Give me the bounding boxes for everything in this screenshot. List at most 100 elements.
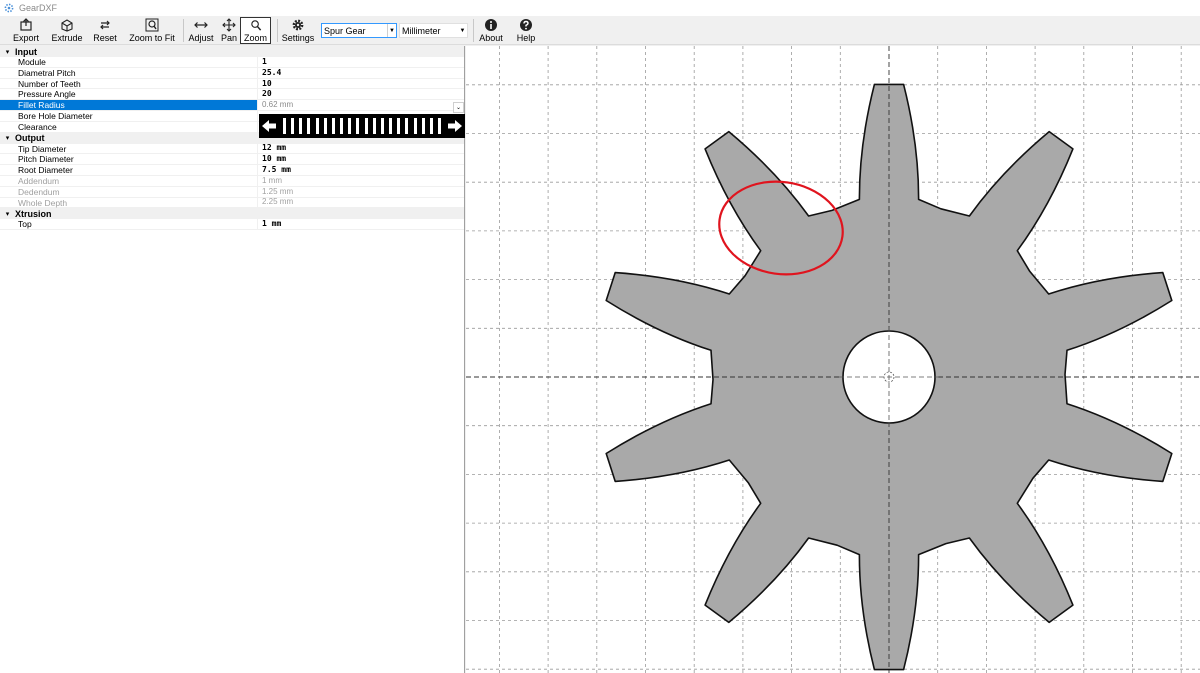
property-name: Whole Depth — [0, 197, 258, 207]
chevron-down-icon[interactable]: ▼ — [387, 24, 396, 37]
arrow-right-icon[interactable] — [445, 114, 465, 138]
property-row-diametral-pitch[interactable]: Diametral Pitch 25.4 — [0, 68, 464, 79]
chevron-down-icon[interactable]: ⌄ — [453, 102, 464, 113]
collapse-icon[interactable]: ▾ — [0, 48, 15, 56]
extrude-button[interactable]: Extrude — [50, 17, 84, 44]
reset-icon — [100, 20, 110, 30]
property-value[interactable]: 20 — [258, 89, 272, 99]
settings-button[interactable]: Settings — [281, 17, 315, 44]
pan-label: Pan — [220, 33, 237, 43]
slider-tick — [388, 117, 394, 135]
slider-tick — [306, 117, 312, 135]
extrude-icon — [61, 19, 73, 32]
toolbar-separator — [277, 19, 278, 42]
slider-tick — [355, 117, 361, 135]
property-row-number-of-teeth[interactable]: Number of Teeth 10 — [0, 79, 464, 90]
property-value[interactable]: 1 mm — [258, 219, 281, 229]
property-value: 10 mm — [262, 154, 287, 164]
zoom-label: Zoom — [243, 33, 267, 43]
property-value: 1 mm — [262, 175, 282, 185]
gear-icon — [292, 19, 304, 31]
slider-tick — [298, 117, 304, 135]
property-name: Tip Diameter — [0, 143, 258, 153]
arrow-left-icon[interactable] — [259, 114, 279, 138]
about-button[interactable]: About — [477, 17, 505, 44]
property-row-pressure-angle[interactable]: Pressure Angle 20 — [0, 89, 464, 101]
property-row-module[interactable]: Module 1 — [0, 57, 464, 68]
slider-tick — [436, 117, 442, 135]
slider-tick — [428, 117, 434, 135]
property-row-top[interactable]: Top 1 mm — [0, 219, 464, 231]
units-select[interactable]: Millimeter ▼ — [399, 23, 468, 38]
adjust-label: Adjust — [188, 33, 214, 43]
slider-tick — [363, 117, 369, 135]
property-row-whole-depth: Whole Depth 2.25 mm — [0, 197, 464, 209]
slider-tick — [339, 117, 345, 135]
property-grid: ▾ Input Module 1 Diametral Pitch 25.4 Nu… — [0, 46, 465, 673]
title-bar: GearDXF — [0, 0, 1200, 16]
info-icon — [485, 19, 497, 31]
property-value: 1.25 mm — [262, 186, 294, 196]
property-value[interactable]: 1 — [258, 57, 267, 67]
property-row-fillet-radius[interactable]: Fillet Radius 0.62 mm — [0, 100, 464, 111]
category-xtrusion[interactable]: ▾ Xtrusion — [0, 208, 464, 220]
slider-tick — [396, 117, 402, 135]
fillet-radius-input[interactable]: 0.62 mm — [258, 100, 293, 110]
property-value[interactable]: 25.4 — [258, 68, 281, 78]
adjust-button[interactable]: Adjust — [187, 17, 215, 44]
category-label: Output — [15, 133, 45, 144]
export-button[interactable]: Export — [10, 17, 42, 44]
property-row-pitch-diameter[interactable]: Pitch Diameter 10 mm — [0, 154, 464, 166]
help-button[interactable]: Help — [513, 17, 539, 44]
question-icon — [520, 19, 532, 31]
gear-drawing[interactable] — [466, 46, 1200, 673]
toolbar: Export Extrude Reset Zoom to Fit Adjust … — [0, 16, 1200, 45]
export-icon — [20, 18, 32, 31]
slider-tick — [322, 117, 328, 135]
slider-tick — [290, 117, 296, 135]
property-name: Root Diameter — [0, 165, 258, 175]
property-value: 2.25 mm — [262, 197, 294, 207]
units-value: Millimeter — [402, 25, 441, 36]
property-name: Pitch Diameter — [0, 154, 258, 164]
property-name: Number of Teeth — [0, 78, 258, 88]
gear-type-value: Spur Gear — [324, 25, 366, 36]
property-row-tip-diameter[interactable]: Tip Diameter 12 mm — [0, 143, 464, 155]
slider-tick — [404, 117, 410, 135]
property-name: Pressure Angle — [0, 89, 258, 99]
move-arrows-icon — [222, 18, 236, 32]
drawing-canvas[interactable] — [466, 46, 1200, 673]
extrude-label: Extrude — [51, 33, 83, 43]
value-slider[interactable] — [259, 114, 465, 138]
property-name: Top — [0, 219, 258, 229]
collapse-icon[interactable]: ▾ — [0, 134, 15, 142]
property-name: Bore Hole Diameter — [0, 110, 258, 121]
slider-tick — [420, 117, 426, 135]
slider-tick — [379, 117, 385, 135]
property-name: Module — [0, 57, 258, 67]
slider-tick — [330, 117, 336, 135]
property-row-root-diameter[interactable]: Root Diameter 7.5 mm — [0, 165, 464, 176]
app-title: GearDXF — [19, 3, 58, 13]
reset-label: Reset — [93, 33, 117, 43]
gear-type-select[interactable]: Spur Gear ▼ — [321, 23, 397, 38]
reset-button[interactable]: Reset — [92, 17, 118, 44]
gear-icon — [4, 3, 14, 13]
slider-track[interactable] — [279, 117, 445, 135]
property-value: 7.5 mm — [262, 165, 291, 175]
collapse-icon[interactable]: ▾ — [0, 210, 15, 218]
toolbar-separator — [183, 19, 184, 42]
about-label: About — [479, 33, 503, 43]
property-name: Addendum — [0, 175, 258, 186]
category-label: Xtrusion — [15, 208, 52, 219]
export-label: Export — [12, 33, 39, 43]
horizontal-arrows-icon — [194, 22, 208, 28]
slider-tick — [412, 117, 418, 135]
chevron-down-icon[interactable]: ▼ — [458, 24, 467, 37]
category-input[interactable]: ▾ Input — [0, 46, 464, 57]
property-value[interactable]: 10 — [258, 79, 272, 89]
zoom-to-fit-button[interactable]: Zoom to Fit — [127, 17, 177, 44]
property-name: Dedendum — [0, 186, 258, 197]
zoom-button[interactable]: Zoom — [240, 17, 271, 44]
pan-button[interactable]: Pan — [219, 17, 239, 44]
